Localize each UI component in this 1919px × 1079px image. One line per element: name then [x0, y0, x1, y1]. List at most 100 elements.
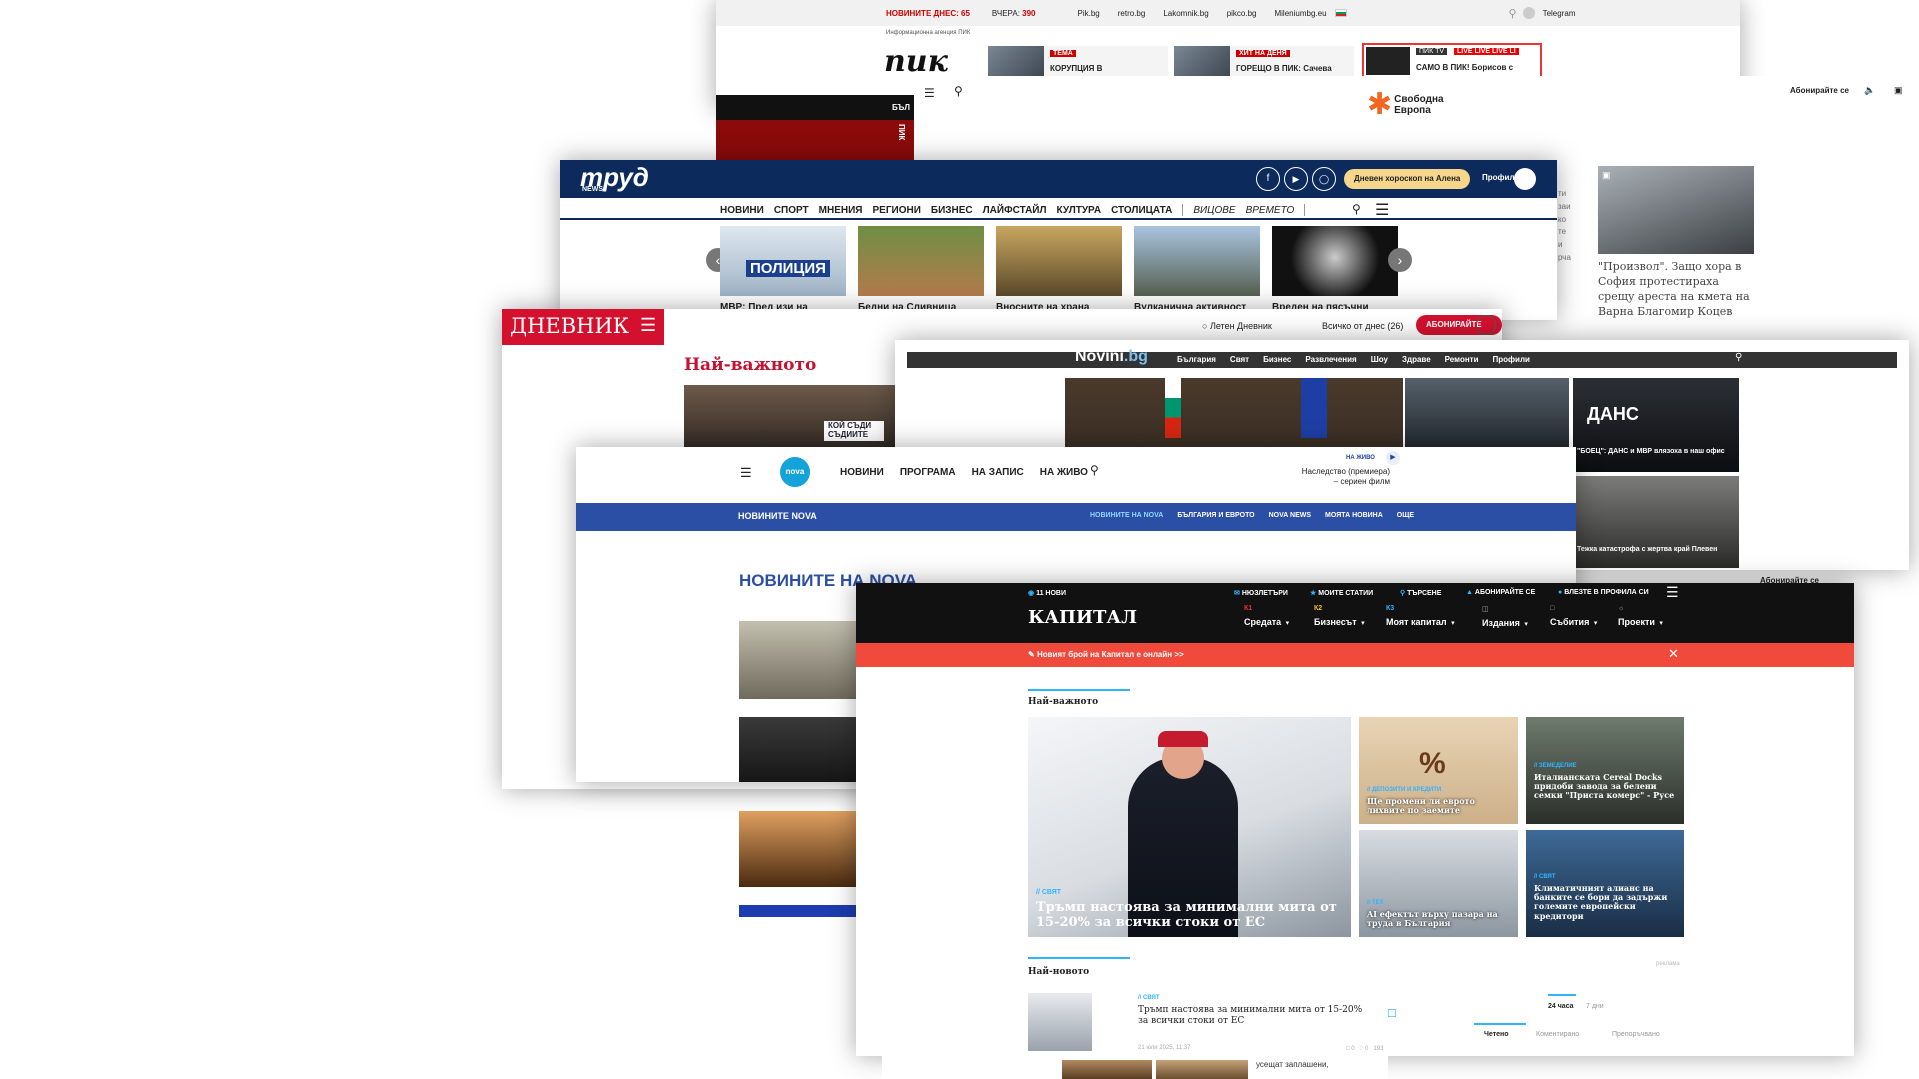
video-icon[interactable]: ▣	[1894, 85, 1903, 96]
nav-item[interactable]: КУЛТУРА	[1057, 205, 1102, 216]
pik-card[interactable]: ХИТ НА ДЕНЯ ГОРЕЩО В ПИК: Сачева	[1174, 46, 1354, 78]
dans-card[interactable]: ДАНС "БОЕЦ": ДАНС и МВР влязоха в наш оф…	[1573, 378, 1739, 472]
menu-icon[interactable]: ☰	[640, 315, 656, 336]
slide-image[interactable]	[1134, 226, 1260, 296]
nav-item[interactable]: НОВИНИ	[840, 467, 884, 478]
nova-thumb[interactable]	[739, 811, 857, 887]
pik-link[interactable]: Mileniumbg.eu	[1274, 9, 1326, 18]
horoscope-button[interactable]: Дневен хороскоп на Алена	[1344, 169, 1471, 189]
nova-thumb[interactable]	[739, 717, 857, 782]
subnav-item[interactable]: БЪЛГАРИЯ И ЕВРОТО	[1177, 512, 1254, 519]
kap-brand[interactable]: ◉ 11 НОВИ	[1028, 589, 1066, 597]
search-icon[interactable]: ⚲	[1509, 7, 1517, 20]
nova-subbrand[interactable]: НОВИНИТЕ NOVA	[738, 511, 817, 521]
chevron-right-icon[interactable]: ›	[1388, 248, 1412, 272]
nav-item[interactable]: ЛАЙФСТАЙЛ	[983, 205, 1047, 216]
close-icon[interactable]: ✕	[1668, 646, 1679, 662]
menu-icon[interactable]: ☰	[740, 465, 752, 481]
nav-item[interactable]: НА ЖИВО	[1040, 467, 1088, 478]
play-icon[interactable]: ▶	[1386, 451, 1400, 465]
nav-item[interactable]: РЕГИОНИ	[873, 205, 921, 216]
kapital-logo[interactable]: КАПИТАЛ	[1028, 607, 1137, 628]
latest-tag[interactable]: // СВЯТ	[1138, 995, 1160, 1001]
search-icon[interactable]: ⚲	[1090, 463, 1099, 477]
dnevnik-logo[interactable]: ДНЕВНИК ☰	[502, 309, 664, 345]
kap-banner[interactable]: ✎ Новият брой на Капитал е онлайн >> ✕	[856, 643, 1854, 667]
all-today-link[interactable]: Всичко от днес (26)	[1322, 321, 1403, 331]
facebook-icon[interactable]	[1522, 7, 1535, 19]
article-card[interactable]: // ЗЕМЕДЕЛИЕ Италианската Cereal Docks п…	[1526, 717, 1684, 824]
bulgarian-flag-icon[interactable]	[1334, 9, 1347, 17]
nav-item[interactable]: ☼ Проекти ▾	[1618, 605, 1678, 630]
live-show[interactable]: Наследство (премиера) – сериен филм	[1280, 467, 1390, 486]
pik-logo[interactable]: пик	[884, 44, 948, 79]
menu-icon[interactable]: ☰	[1375, 200, 1389, 220]
article-card[interactable]: % // ДЕПОЗИТИ И КРЕДИТИ Ще промени ли ев…	[1359, 717, 1518, 824]
nav-item[interactable]: МНЕНИЯ	[819, 205, 863, 216]
slide-image[interactable]	[858, 226, 984, 296]
pik-link[interactable]: Lakomnik.bg	[1163, 9, 1208, 18]
youtube-icon[interactable]: ▶	[1284, 167, 1308, 191]
my-articles-link[interactable]: ★ МОИТЕ СТАТИИ	[1310, 589, 1373, 597]
pik-link[interactable]: retro.bg	[1118, 9, 1146, 18]
subnav-item[interactable]: НОВИНИТЕ НА NOVA	[1090, 512, 1163, 519]
nav-item[interactable]: България	[1177, 355, 1216, 364]
tab-read[interactable]: Четено	[1484, 1031, 1509, 1038]
instagram-icon[interactable]: ◯	[1312, 167, 1336, 191]
nova-logo[interactable]: nova	[780, 457, 810, 487]
facebook-icon[interactable]: f	[1256, 167, 1280, 191]
nav-item[interactable]: СТОЛИЦАТА	[1111, 205, 1172, 216]
subnav-item[interactable]: NOVA NEWS	[1269, 512, 1311, 519]
crash-card[interactable]: Тежка катастрофа с жертва край Плевен	[1573, 476, 1739, 568]
search-icon[interactable]: ⚲	[1352, 202, 1361, 216]
nav-item[interactable]: □ Събития ▾	[1550, 605, 1610, 630]
tab-commented[interactable]: Коментирано	[1536, 1031, 1579, 1038]
telegram-link[interactable]: Telegram	[1543, 9, 1576, 18]
bookmark-icon[interactable]: ☐	[1387, 1007, 1397, 1020]
profile-link[interactable]: ● ВЛЕЗТЕ В ПРОФИЛА СИ	[1558, 589, 1649, 596]
subscribe-link[interactable]: ▲ АБОНИРАЙТЕ СЕ	[1466, 589, 1535, 596]
slide-image[interactable]: ПОЛИЦИЯ	[720, 226, 846, 296]
slide-image[interactable]	[1272, 226, 1398, 296]
user-icon[interactable]	[1514, 168, 1536, 190]
subscribe-link[interactable]: Абонирайте се	[1790, 86, 1849, 95]
search-icon[interactable]: ⚲	[954, 84, 963, 98]
speaker-icon[interactable]: 🔈	[1864, 85, 1875, 96]
nav-item[interactable]: Бизнес	[1263, 355, 1291, 364]
menu-icon[interactable]: ☰	[1666, 584, 1679, 601]
nav-item[interactable]: Развлечения	[1305, 355, 1356, 364]
profile-link[interactable]: Профил	[1482, 173, 1515, 182]
hero-article[interactable]: // СВЯТ Тръмп настоява за минимални мита…	[1028, 717, 1351, 937]
subnav-item[interactable]: ОЩЕ	[1397, 512, 1414, 519]
search-link[interactable]: ⚲ ТЪРСЕНЕ	[1400, 589, 1441, 597]
nav-item[interactable]: Здраве	[1402, 355, 1431, 364]
slide-image[interactable]	[996, 226, 1122, 296]
nav-item[interactable]: ◫ Издания ▾	[1482, 605, 1542, 631]
svob-logo[interactable]: ✱ Свободна Европа	[1367, 90, 1444, 120]
article-card[interactable]: // ТЕХ AI ефектът върху пазара на труда …	[1359, 830, 1518, 937]
nav-item[interactable]: К3 Моят капитал ▾	[1386, 605, 1476, 630]
nav-item[interactable]: Шоу	[1371, 355, 1388, 364]
pik-link[interactable]: Pik.bg	[1078, 9, 1100, 18]
protest-photo[interactable]: КОЙ СЪДИ СЪДИИТЕ	[684, 385, 914, 455]
protest-caption[interactable]: "Произвол". Защо хора в София протестира…	[1598, 260, 1758, 319]
article-card[interactable]: // СВЯТ Климатичният алианс на банките с…	[1526, 830, 1684, 937]
pik-tv-card[interactable]: ПИК TV LIVE LIVE LIVE LI САМО В ПИК! Бор…	[1362, 43, 1542, 79]
nav-item[interactable]: НА ЗАПИС	[972, 467, 1024, 478]
search-icon[interactable]: ⚲	[1735, 352, 1742, 363]
user-icon[interactable]	[1476, 315, 1496, 335]
novini-logo[interactable]: Novini.bg	[1075, 348, 1148, 366]
summer-dnevnik-link[interactable]: ○ Летен Дневник	[1202, 321, 1272, 331]
tab-recommended[interactable]: Препоръчвано	[1612, 1031, 1660, 1038]
nav-item[interactable]: К2 Бизнесът ▾	[1314, 605, 1384, 630]
tab-7d[interactable]: 7 дни	[1586, 1003, 1604, 1010]
nav-item[interactable]: СПОРТ	[774, 205, 809, 216]
nav-item[interactable]: ПРОГРАМА	[900, 467, 956, 478]
nav-item[interactable]: НОВИНИ	[720, 205, 764, 216]
nav-item[interactable]: Свят	[1230, 355, 1249, 364]
newsletters-link[interactable]: ✉ НЮЗЛЕТЪРИ	[1234, 589, 1288, 597]
latest-thumb[interactable]	[1028, 993, 1092, 1051]
latest-title[interactable]: Тръмп настоява за минимални мита от 15-2…	[1138, 1005, 1374, 1028]
nova-thumb[interactable]	[739, 905, 857, 917]
nav-item[interactable]: ВРЕМЕТО	[1246, 205, 1295, 216]
